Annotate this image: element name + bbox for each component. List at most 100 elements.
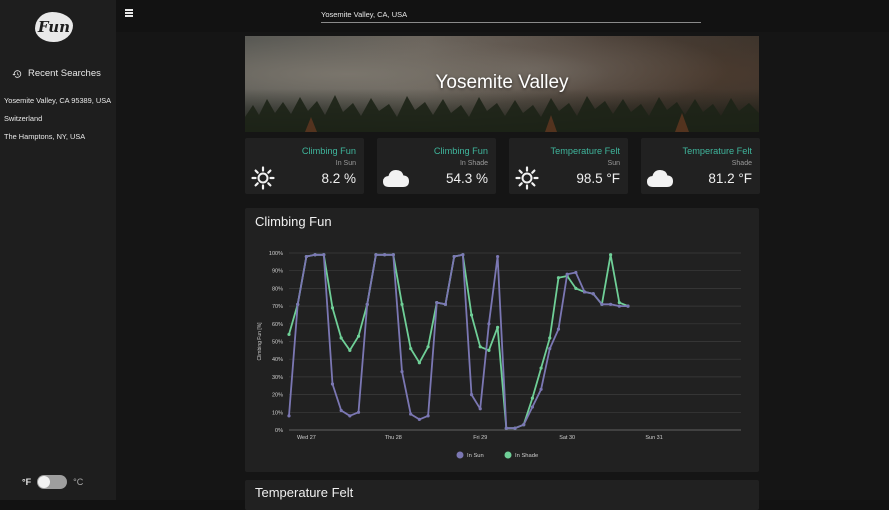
data-point bbox=[487, 348, 491, 352]
x-tick-label: Sun 31 bbox=[645, 435, 662, 441]
data-point bbox=[313, 253, 317, 257]
recent-searches-header: Recent Searches bbox=[12, 68, 101, 79]
y-tick-label: 40% bbox=[272, 357, 283, 363]
data-point bbox=[582, 290, 587, 294]
data-point bbox=[487, 322, 491, 326]
data-point bbox=[565, 272, 569, 276]
recent-search-item[interactable]: Switzerland bbox=[4, 113, 114, 124]
y-tick-label: 50% bbox=[272, 340, 283, 346]
data-point bbox=[435, 300, 439, 305]
data-point bbox=[530, 396, 534, 400]
temperature-felt-shade-card: Temperature Felt Shade 81.2 °F bbox=[641, 138, 760, 194]
data-point bbox=[591, 292, 595, 296]
data-point bbox=[400, 369, 404, 374]
data-point bbox=[522, 423, 526, 427]
app-logo[interactable]: Fun bbox=[35, 12, 73, 42]
unit-fahrenheit-label: °F bbox=[22, 477, 32, 487]
main-content: Yosemite Valley Climbing Fun In Sun 8.2 … bbox=[116, 32, 889, 510]
unit-toggle[interactable] bbox=[37, 475, 68, 489]
data-point bbox=[330, 306, 335, 310]
data-point bbox=[339, 336, 343, 340]
x-tick-label: Fri 29 bbox=[473, 435, 487, 441]
data-point bbox=[330, 382, 335, 386]
data-point bbox=[478, 407, 482, 411]
data-point bbox=[496, 254, 500, 259]
card-subtitle: In Sun bbox=[335, 160, 356, 167]
data-point bbox=[513, 426, 517, 430]
data-point bbox=[600, 302, 604, 306]
data-point bbox=[296, 302, 300, 306]
sun-icon bbox=[251, 166, 275, 190]
data-point bbox=[356, 410, 361, 414]
menu-icon[interactable] bbox=[125, 9, 133, 19]
data-point bbox=[443, 302, 448, 306]
data-point bbox=[461, 253, 465, 257]
card-value: 98.5 °F bbox=[576, 171, 620, 186]
hero-banner: Yosemite Valley bbox=[245, 36, 759, 132]
recent-search-item[interactable]: Yosemite Valley, CA 95389, USA bbox=[4, 95, 114, 106]
card-value: 81.2 °F bbox=[708, 171, 752, 186]
y-tick-label: 90% bbox=[272, 269, 283, 275]
temperature-felt-panel: Temperature Felt bbox=[245, 480, 759, 510]
data-point bbox=[617, 300, 621, 305]
data-point bbox=[556, 276, 561, 280]
top-bar: Yosemite Valley, CA, USA bbox=[116, 0, 889, 32]
data-point bbox=[339, 408, 343, 413]
data-point bbox=[383, 253, 387, 257]
data-point bbox=[609, 302, 613, 306]
y-tick-label: 30% bbox=[272, 375, 283, 381]
x-tick-label: Sat 30 bbox=[559, 435, 575, 441]
sun-icon bbox=[515, 166, 539, 190]
y-tick-label: 20% bbox=[272, 393, 283, 399]
temperature-felt-sun-card: Temperature Felt Sun 98.5 °F bbox=[509, 138, 628, 194]
y-axis-label: Climbing Fun [%] bbox=[257, 322, 263, 361]
history-icon bbox=[12, 69, 22, 78]
unit-switch: °F °C bbox=[22, 475, 83, 489]
data-point bbox=[322, 253, 326, 257]
card-title: Temperature Felt bbox=[682, 146, 752, 156]
legend-label: In Sun bbox=[467, 453, 484, 459]
data-point bbox=[574, 286, 578, 290]
data-point bbox=[417, 361, 421, 365]
card-title: Temperature Felt bbox=[550, 146, 620, 156]
card-subtitle: Sun bbox=[607, 160, 620, 167]
y-tick-label: 70% bbox=[272, 304, 283, 310]
temperature-felt-title: Temperature Felt bbox=[255, 485, 354, 500]
data-point bbox=[539, 366, 543, 370]
unit-celsius-label: °C bbox=[73, 477, 84, 487]
card-title: Climbing Fun bbox=[433, 146, 488, 156]
data-point bbox=[287, 414, 291, 418]
climbing-fun-chart: 0% 10% 20% 30% 40% 50% 60% 70% 80% 90% 100% Wed 27 T… bbox=[257, 251, 741, 459]
card-value: 8.2 % bbox=[321, 171, 356, 186]
legend-item: In Shade bbox=[504, 451, 538, 459]
data-point bbox=[556, 327, 561, 331]
y-tick-label: 80% bbox=[272, 286, 283, 292]
cloud-icon bbox=[647, 170, 673, 187]
data-point bbox=[348, 348, 352, 352]
y-tick-label: 0% bbox=[275, 428, 283, 434]
legend-label: In Shade bbox=[515, 453, 538, 459]
data-point bbox=[469, 393, 474, 397]
data-point bbox=[365, 302, 369, 306]
card-subtitle: Shade bbox=[731, 160, 752, 167]
data-point bbox=[348, 414, 352, 418]
data-point bbox=[496, 325, 500, 329]
data-point bbox=[452, 254, 456, 259]
data-point bbox=[617, 304, 621, 308]
search-input[interactable]: Yosemite Valley, CA, USA bbox=[321, 6, 701, 23]
data-point bbox=[539, 387, 543, 391]
x-tick-label: Thu 28 bbox=[385, 435, 402, 441]
legend-item: In Sun bbox=[456, 451, 484, 459]
data-point bbox=[356, 334, 361, 338]
data-point bbox=[426, 345, 430, 349]
data-point bbox=[287, 332, 291, 337]
data-point bbox=[504, 426, 508, 430]
y-tick-label: 60% bbox=[272, 322, 283, 328]
cloud-icon bbox=[383, 170, 409, 187]
card-subtitle: In Shade bbox=[459, 160, 488, 167]
data-point bbox=[304, 254, 308, 259]
data-point bbox=[391, 253, 395, 257]
legend-marker bbox=[456, 451, 464, 459]
recent-search-item[interactable]: The Hamptons, NY, USA bbox=[4, 131, 114, 142]
card-value: 54.3 % bbox=[445, 171, 488, 186]
